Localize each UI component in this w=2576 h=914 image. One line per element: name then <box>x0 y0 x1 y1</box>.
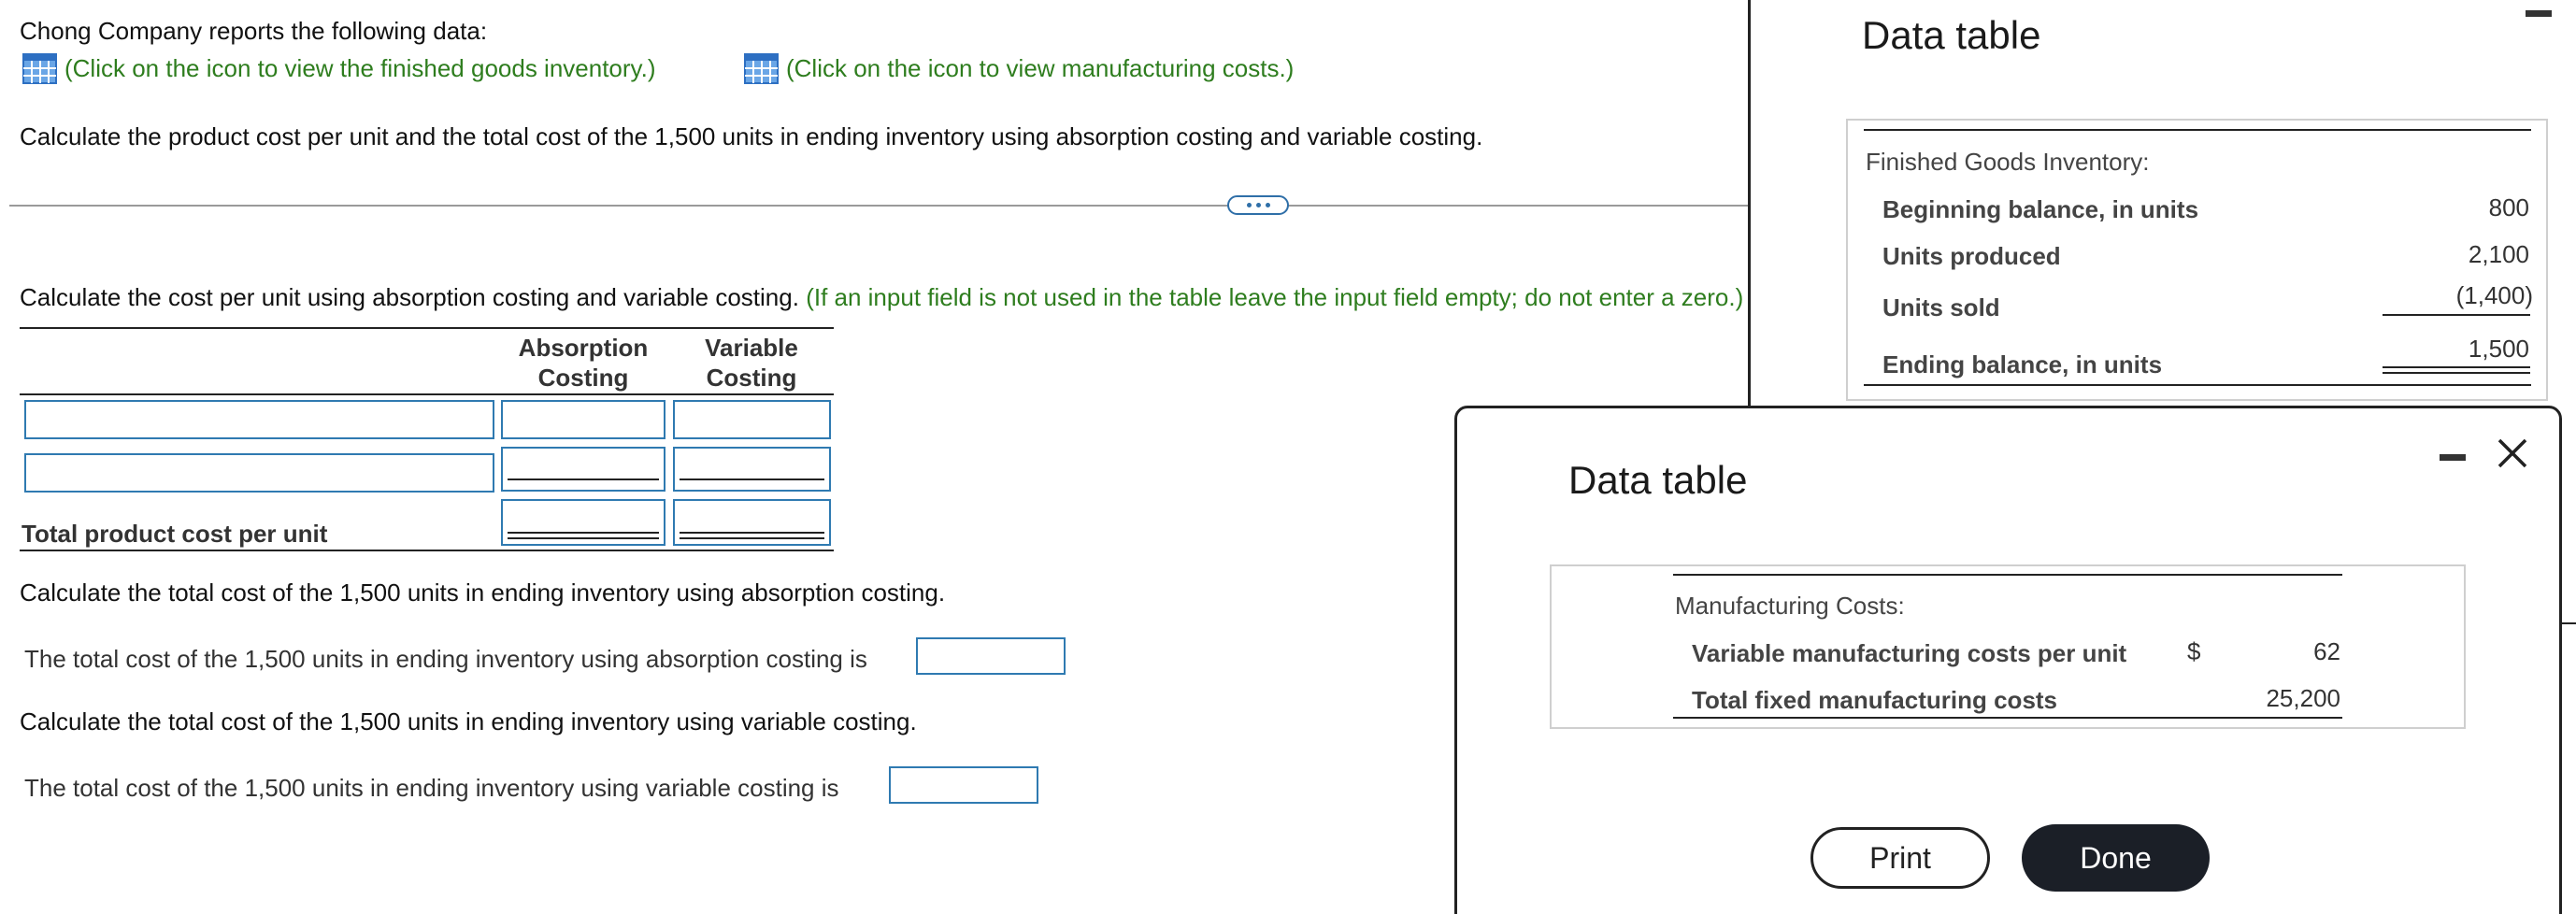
total-absorption-rule-1 <box>508 532 659 534</box>
total-product-cost-label: Total product cost per unit <box>21 520 328 548</box>
fg-row-value: 1,500 <box>2468 335 2529 363</box>
fg-row-label: Units sold <box>1882 293 2000 321</box>
mfg-row-label: Total fixed manufacturing costs <box>1692 686 2058 714</box>
part2-sentence: The total cost of the 1,500 units in end… <box>24 645 867 673</box>
mfg-bottom-rule <box>1673 717 2342 719</box>
fg-row-value: (1,400) <box>2455 281 2533 309</box>
table-grid-icon[interactable] <box>744 52 779 84</box>
total-variable-rule-2 <box>680 537 824 539</box>
row2-absorption-input[interactable] <box>501 447 665 492</box>
mfg-row-value: 62 <box>2313 637 2340 665</box>
row1-variable-input[interactable] <box>673 400 831 439</box>
fg-top-rule <box>1864 129 2531 131</box>
print-button[interactable]: Print <box>1810 827 1990 889</box>
fg-subtotal-rule <box>2383 314 2530 316</box>
absorption-total-cost-input[interactable] <box>916 637 1066 675</box>
part3-sentence: The total cost of the 1,500 units in end… <box>24 774 839 802</box>
popup-left-edge <box>1748 0 1751 407</box>
column-header-absorption: Absorption Costing <box>518 334 649 392</box>
mfg-row-label: Variable manufacturing costs per unit <box>1692 639 2127 667</box>
row1-absorption-input[interactable] <box>501 400 665 439</box>
row1-label-input[interactable] <box>24 400 494 439</box>
fg-row-value: 800 <box>2488 193 2529 221</box>
total-absorption-rule-2 <box>508 537 659 539</box>
intro-text: Chong Company reports the following data… <box>20 17 488 45</box>
manufacturing-costs-link-text[interactable]: (Click on the icon to view manufacturing… <box>786 54 1294 83</box>
done-button[interactable]: Done <box>2022 824 2210 892</box>
row2-absorption-underline <box>508 478 659 480</box>
ellipsis-icon[interactable] <box>1227 195 1289 215</box>
minimize-icon[interactable] <box>2440 454 2466 461</box>
fg-row-label: Ending balance, in units <box>1882 350 2163 378</box>
part3-prompt: Calculate the total cost of the 1,500 un… <box>20 707 917 735</box>
fg-total-rule-1 <box>2383 366 2530 368</box>
manufacturing-dialog-title: Data table <box>1568 458 1748 502</box>
background-edge-rule <box>2561 622 2576 624</box>
close-icon[interactable] <box>2496 436 2529 470</box>
minimize-icon[interactable] <box>2526 10 2552 17</box>
table-bottom-rule <box>20 550 834 551</box>
finished-goods-link-text[interactable]: (Click on the icon to view the finished … <box>64 54 656 83</box>
row2-label-input[interactable] <box>24 453 494 493</box>
finished-goods-link[interactable]: (Click on the icon to view the finished … <box>22 50 656 87</box>
row2-variable-underline <box>680 478 824 480</box>
part1-hint: (If an input field is not used in the ta… <box>806 283 1744 311</box>
fg-row-value: 2,100 <box>2468 240 2529 268</box>
variable-total-cost-input[interactable] <box>889 766 1038 804</box>
part1-prompt: Calculate the cost per unit using absorp… <box>20 283 1743 312</box>
finished-goods-window-title: Data table <box>1862 13 2041 57</box>
part1-prompt-text: Calculate the cost per unit using absorp… <box>20 283 799 311</box>
fg-row-label: Units produced <box>1882 242 2061 270</box>
table-grid-icon[interactable] <box>22 52 57 84</box>
row2-variable-input[interactable] <box>673 447 831 492</box>
total-variable-rule-1 <box>680 532 824 534</box>
mfg-top-rule <box>1673 574 2342 576</box>
fg-total-rule-2 <box>2383 372 2530 374</box>
fg-section-title: Finished Goods Inventory: <box>1866 148 2150 176</box>
column-header-variable: Variable Costing <box>705 334 798 392</box>
instruction-text: Calculate the product cost per unit and … <box>20 122 1483 150</box>
part2-prompt: Calculate the total cost of the 1,500 un… <box>20 578 946 607</box>
fg-bottom-rule <box>1864 384 2531 386</box>
header-bottom-rule <box>20 393 834 395</box>
section-divider <box>9 205 1748 207</box>
fg-row-label: Beginning balance, in units <box>1882 195 2199 223</box>
mfg-row-value: 25,200 <box>2266 684 2340 712</box>
table-top-rule <box>20 327 834 329</box>
mfg-section-title: Manufacturing Costs: <box>1675 592 1905 620</box>
mfg-currency-symbol: $ <box>2187 637 2201 665</box>
manufacturing-costs-link[interactable]: (Click on the icon to view manufacturing… <box>744 50 1294 87</box>
